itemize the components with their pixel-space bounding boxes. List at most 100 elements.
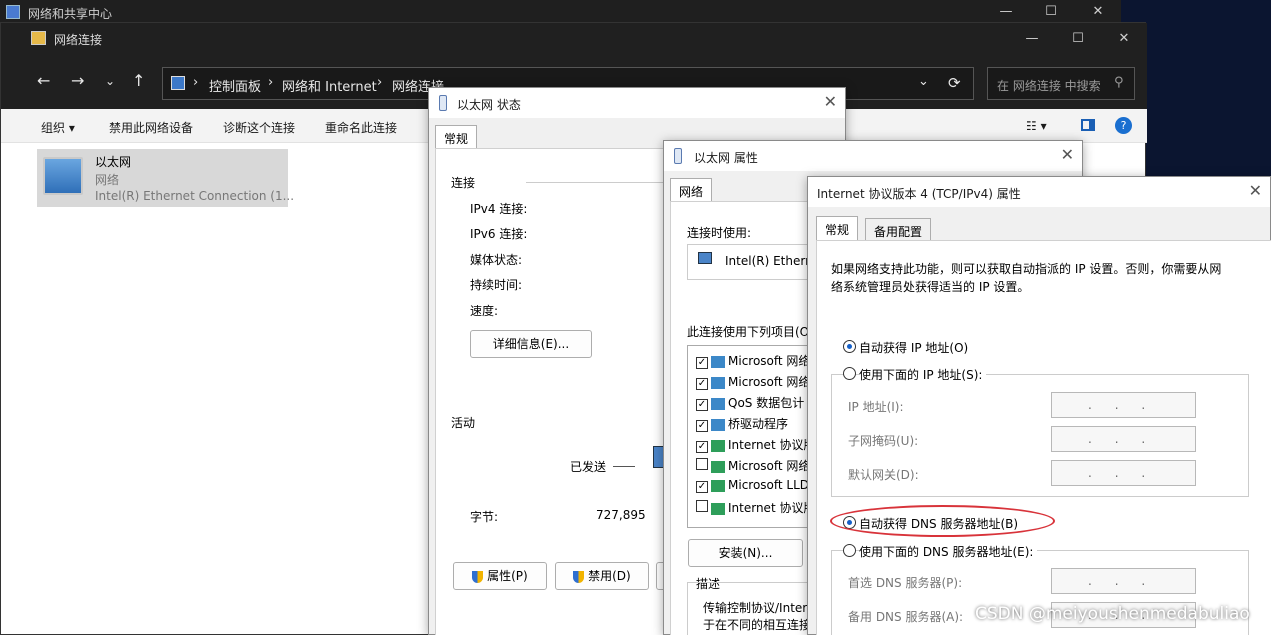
minimize-button[interactable]: — bbox=[983, 0, 1029, 24]
preferred-dns-label: 首选 DNS 服务器(P): bbox=[848, 576, 963, 590]
close-icon[interactable]: ✕ bbox=[1249, 181, 1262, 200]
auto-ip-radio[interactable] bbox=[843, 340, 856, 353]
checkbox[interactable]: ✓ bbox=[696, 481, 708, 493]
component-label: 桥驱动程序 bbox=[728, 417, 789, 431]
rename-button[interactable]: 重命名此连接 bbox=[325, 119, 397, 136]
search-box[interactable]: 在 网络连接 中搜索 ⚲ bbox=[987, 67, 1135, 100]
list-item[interactable]: ✓ Microsoft LLD bbox=[696, 478, 809, 493]
ip-dots: . . . bbox=[1088, 574, 1146, 588]
gateway-field[interactable]: . . . bbox=[1051, 460, 1196, 486]
details-button[interactable]: 详细信息(E)... bbox=[470, 330, 592, 358]
dialog-title: Internet 协议版本 4 (TCP/IPv4) 属性 bbox=[817, 187, 1021, 201]
component-label: QoS 数据包计 bbox=[728, 396, 805, 410]
list-item[interactable]: ✓ Internet 协议版 bbox=[696, 436, 815, 453]
tab-general[interactable]: 常规 bbox=[816, 216, 859, 240]
view-options-icon[interactable]: ☷ ▾ bbox=[1026, 119, 1047, 133]
ip-dots: . . . bbox=[1088, 466, 1146, 480]
protocol-icon bbox=[711, 439, 725, 452]
tab-general[interactable]: 常规 bbox=[435, 125, 478, 149]
disable-button[interactable]: 禁用(D) bbox=[555, 562, 649, 590]
component-label: Microsoft 网络 bbox=[728, 459, 811, 473]
organize-button[interactable]: 组织 ▾ bbox=[41, 119, 75, 136]
list-item[interactable]: ✓ Microsoft 网络 bbox=[696, 373, 810, 390]
titlebar[interactable]: 网络连接 — ☐ ✕ bbox=[1, 23, 1147, 55]
install-button[interactable]: 安装(N)... bbox=[688, 539, 803, 567]
diagnose-button[interactable]: 诊断这个连接 bbox=[223, 119, 295, 136]
description-line-1: 传输控制协议/Intern bbox=[703, 601, 815, 615]
checkbox[interactable]: ✓ bbox=[696, 420, 708, 432]
search-input[interactable]: 在 网络连接 中搜索 bbox=[997, 77, 1101, 94]
close-icon[interactable]: ✕ bbox=[1061, 145, 1074, 164]
dialog-titlebar[interactable]: 以太网 属性 ✕ bbox=[664, 141, 1082, 171]
close-button[interactable]: ✕ bbox=[1075, 0, 1121, 24]
adapter-name: Intel(R) Etherne bbox=[725, 254, 821, 268]
window-title: 网络连接 bbox=[54, 33, 103, 47]
properties-button[interactable]: 属性(P) bbox=[453, 562, 547, 590]
close-icon[interactable]: ✕ bbox=[824, 92, 837, 111]
preferred-dns-field[interactable]: . . . bbox=[1051, 568, 1196, 594]
ipv6-label: IPv6 连接: bbox=[470, 227, 528, 241]
dialog-title: 以太网 属性 bbox=[694, 151, 758, 165]
folder-icon bbox=[31, 31, 46, 45]
preview-pane-icon[interactable] bbox=[1081, 119, 1095, 131]
component-label: Microsoft 网络 bbox=[728, 375, 811, 389]
network-adapter-icon bbox=[43, 157, 83, 195]
checkbox[interactable]: ✓ bbox=[696, 378, 708, 390]
alternate-dns-label: 备用 DNS 服务器(A): bbox=[848, 610, 964, 624]
properties-label: 属性(P) bbox=[487, 569, 528, 583]
minimize-button[interactable]: — bbox=[1009, 27, 1055, 51]
divider bbox=[613, 466, 635, 467]
ipv4-panel: 如果网络支持此功能，则可以获取自动指派的 IP 设置。否则，你需要从网 络系统管… bbox=[816, 240, 1271, 635]
component-label: Microsoft 网络 bbox=[728, 354, 811, 368]
breadcrumb-network-internet[interactable]: 网络和 Internet bbox=[282, 76, 377, 95]
checkbox[interactable] bbox=[696, 500, 708, 512]
items-header: 此连接使用下列项目(O bbox=[687, 325, 810, 339]
dropdown-chevron-icon[interactable]: ⌄ bbox=[918, 74, 929, 89]
disable-device-button[interactable]: 禁用此网络设备 bbox=[109, 119, 193, 136]
list-item[interactable]: Internet 协议版 bbox=[696, 499, 815, 516]
help-icon[interactable]: ? bbox=[1115, 117, 1132, 134]
manual-ip-radio[interactable] bbox=[843, 367, 856, 380]
checkbox[interactable] bbox=[696, 458, 708, 470]
up-arrow-icon[interactable]: ↑ bbox=[132, 73, 145, 89]
checkbox[interactable]: ✓ bbox=[696, 399, 708, 411]
auto-ip-label: 自动获得 IP 地址(O) bbox=[859, 341, 969, 355]
search-icon[interactable]: ⚲ bbox=[1114, 75, 1124, 90]
list-item[interactable]: ✓ Microsoft 网络 bbox=[696, 352, 810, 369]
gateway-label: 默认网关(D): bbox=[848, 468, 919, 482]
maximize-button[interactable]: ☐ bbox=[1028, 0, 1074, 24]
bytes-label: 字节: bbox=[470, 510, 499, 524]
close-button[interactable]: ✕ bbox=[1101, 27, 1147, 51]
forward-arrow-icon[interactable]: → bbox=[71, 73, 84, 89]
chevron-right-icon: › bbox=[377, 75, 383, 90]
component-icon bbox=[711, 418, 725, 431]
maximize-button[interactable]: ☐ bbox=[1055, 27, 1101, 51]
list-item[interactable]: Microsoft 网络 bbox=[696, 457, 810, 474]
chevron-right-icon: › bbox=[193, 75, 199, 90]
list-item[interactable]: ✓ QoS 数据包计 bbox=[696, 394, 804, 411]
tab-alternate-config[interactable]: 备用配置 bbox=[865, 218, 932, 242]
sent-label: 已发送 bbox=[570, 460, 607, 474]
refresh-icon[interactable]: ⟳ bbox=[948, 74, 961, 92]
manual-dns-radio[interactable] bbox=[843, 544, 856, 557]
network-adapter-icon bbox=[698, 252, 712, 264]
organize-label: 组织 bbox=[41, 121, 66, 135]
speed-label: 速度: bbox=[470, 304, 499, 318]
subnet-mask-label: 子网掩码(U): bbox=[848, 434, 919, 448]
highlight-ellipse bbox=[830, 505, 1055, 537]
checkbox[interactable]: ✓ bbox=[696, 441, 708, 453]
dialog-titlebar[interactable]: Internet 协议版本 4 (TCP/IPv4) 属性 ✕ bbox=[808, 177, 1270, 207]
dialog-titlebar[interactable]: 以太网 状态 ✕ bbox=[429, 88, 845, 118]
duration-label: 持续时间: bbox=[470, 278, 523, 292]
list-item[interactable]: ✓ 桥驱动程序 bbox=[696, 415, 788, 432]
ethernet-connection-item[interactable]: 以太网 网络 Intel(R) Ethernet Connection (1..… bbox=[37, 149, 294, 207]
recent-chevron-icon[interactable]: ⌄ bbox=[105, 73, 115, 89]
subnet-mask-field[interactable]: . . . bbox=[1051, 426, 1196, 452]
disable-label: 禁用(D) bbox=[588, 569, 631, 583]
checkbox[interactable]: ✓ bbox=[696, 357, 708, 369]
ip-address-field[interactable]: . . . bbox=[1051, 392, 1196, 418]
back-arrow-icon[interactable]: ← bbox=[37, 73, 50, 89]
protocol-icon bbox=[711, 460, 725, 473]
tab-networking[interactable]: 网络 bbox=[670, 178, 713, 202]
breadcrumb-control-panel[interactable]: 控制面板 bbox=[209, 76, 261, 95]
